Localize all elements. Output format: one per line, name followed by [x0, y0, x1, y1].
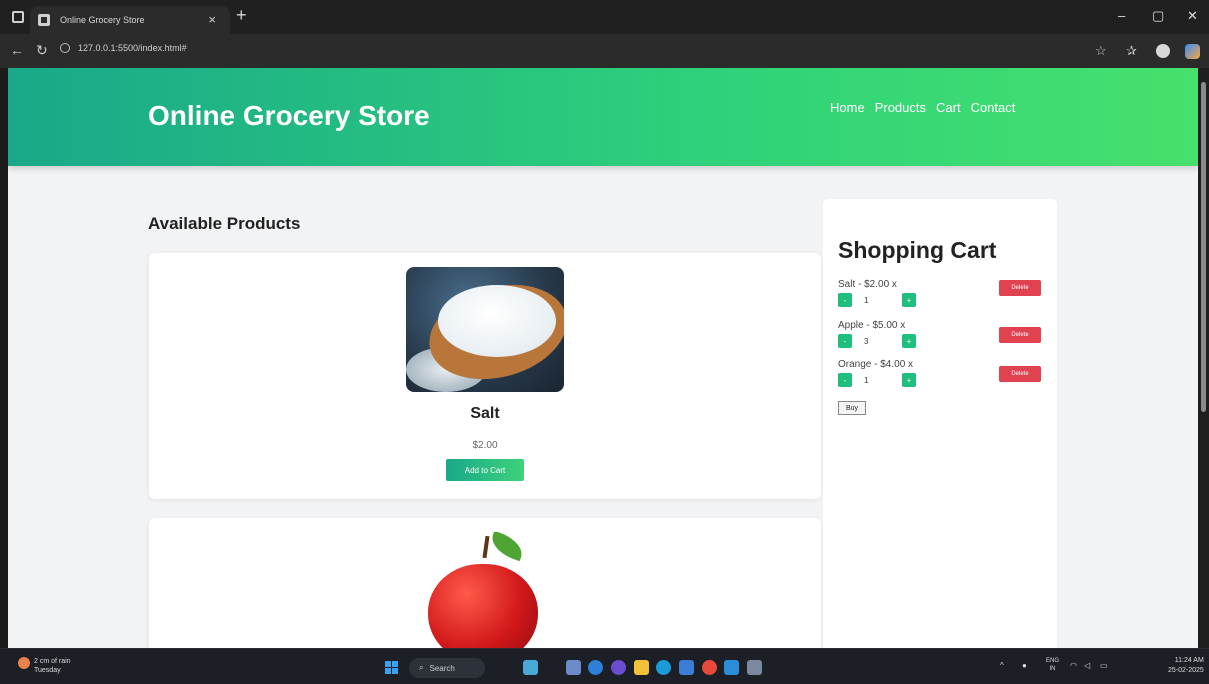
site-title: Online Grocery Store — [148, 100, 430, 131]
nav-cart[interactable]: Cart — [936, 100, 961, 115]
delete-button[interactable]: Delete — [999, 327, 1041, 343]
page-viewport: Online Grocery Store Home Products Cart … — [8, 68, 1198, 648]
close-window-icon[interactable]: ✕ — [1187, 8, 1198, 24]
apple-image — [406, 532, 564, 648]
browser-tab[interactable]: Online Grocery Store × — [30, 6, 230, 34]
increase-qty-button[interactable]: + — [902, 373, 916, 387]
profile-avatar[interactable] — [1156, 44, 1170, 58]
copilot-icon[interactable] — [1185, 44, 1200, 59]
back-icon[interactable]: ← — [10, 42, 24, 58]
qty-value: 3 — [864, 336, 869, 346]
qty-value: 1 — [864, 295, 869, 305]
cart-item: Apple - $5.00 x - 3 + Delete — [838, 320, 1048, 348]
cart-title: Shopping Cart — [838, 237, 997, 263]
wifi-icon[interactable]: ◠ — [1070, 661, 1077, 670]
salt-bowl-image — [406, 267, 564, 392]
language-indicator[interactable]: ENG IN — [1046, 657, 1059, 673]
increase-qty-button[interactable]: + — [902, 293, 916, 307]
taskbar-search[interactable]: ⌕ Search — [409, 658, 485, 678]
tray-app-icon[interactable]: ● — [1022, 661, 1027, 670]
maximize-icon[interactable]: ▢ — [1152, 8, 1164, 24]
file-explorer-icon[interactable] — [634, 660, 649, 675]
app-icon[interactable] — [611, 660, 626, 675]
volume-icon[interactable]: ◁ — [1084, 661, 1090, 670]
chrome-icon[interactable] — [702, 660, 717, 675]
minimize-icon[interactable]: – — [1118, 8, 1125, 23]
clock-time: 11:24 AM — [1174, 657, 1204, 664]
scrollbar[interactable] — [1198, 68, 1209, 648]
nav-home[interactable]: Home — [830, 100, 865, 115]
search-label: Search — [429, 663, 455, 673]
chat-icon[interactable] — [588, 660, 603, 675]
widgets-icon[interactable] — [566, 660, 581, 675]
weather-widget[interactable]: 2 cm of rain Tuesday — [18, 657, 71, 675]
scrollbar-thumb[interactable] — [1201, 82, 1206, 412]
tab-close-icon[interactable]: × — [208, 12, 216, 27]
decrease-qty-button[interactable]: - — [838, 373, 852, 387]
taskbar: 2 cm of rain Tuesday ⌕ Search ^ ● ENG IN … — [0, 648, 1209, 684]
product-card-salt: Salt $2.00 Add to Cart — [149, 253, 821, 499]
increase-qty-button[interactable]: + — [902, 334, 916, 348]
site-header: Online Grocery Store Home Products Cart … — [8, 68, 1198, 166]
browser-titlebar: Online Grocery Store × + – ▢ ✕ — [0, 0, 1209, 34]
tray-chevron-icon[interactable]: ^ — [1000, 661, 1004, 670]
nav-products[interactable]: Products — [875, 100, 926, 115]
url-field[interactable]: 127.0.0.1:5500/index.html# — [60, 43, 187, 53]
decrease-qty-button[interactable]: - — [838, 293, 852, 307]
add-to-cart-button[interactable]: Add to Cart — [446, 459, 524, 481]
new-tab-icon[interactable]: + — [236, 5, 247, 26]
tab-title: Online Grocery Store — [60, 15, 145, 25]
site-nav: Home Products Cart Contact — [830, 100, 1015, 115]
product-name: Salt — [470, 405, 500, 422]
shopping-cart-panel: Shopping Cart Salt - $2.00 x - 1 + Delet… — [823, 199, 1057, 648]
task-view-icon[interactable] — [523, 660, 538, 675]
start-icon[interactable] — [385, 661, 398, 674]
search-icon: ⌕ — [419, 663, 424, 672]
product-card-apple — [149, 518, 821, 648]
weather-day: Tuesday — [34, 667, 61, 674]
tab-actions-icon[interactable] — [12, 11, 24, 23]
site-info-icon[interactable] — [60, 43, 70, 53]
reader-icon[interactable]: ☆ — [1095, 43, 1107, 59]
tab-favicon-icon — [38, 14, 50, 26]
cart-item: Salt - $2.00 x - 1 + Delete — [838, 279, 1048, 307]
refresh-icon[interactable]: ↻ — [36, 42, 48, 59]
qty-value: 1 — [864, 375, 869, 385]
address-bar: ← ↻ 127.0.0.1:5500/index.html# ☆ ✰ — [0, 34, 1209, 68]
url-text: 127.0.0.1:5500/index.html# — [78, 43, 187, 53]
lang-region: IN — [1049, 666, 1056, 672]
delete-button[interactable]: Delete — [999, 280, 1041, 296]
vscode-icon[interactable] — [724, 660, 739, 675]
buy-button[interactable]: Buy — [838, 401, 866, 415]
battery-icon[interactable]: ▭ — [1100, 661, 1108, 670]
nav-contact[interactable]: Contact — [971, 100, 1016, 115]
cart-item: Orange - $4.00 x - 1 + Delete — [838, 359, 1048, 387]
product-price: $2.00 — [472, 440, 498, 451]
lang-code: ENG — [1046, 658, 1060, 664]
weather-icon — [18, 657, 30, 669]
favorites-icon[interactable]: ✰ — [1126, 43, 1137, 59]
delete-button[interactable]: Delete — [999, 366, 1041, 382]
edge-icon[interactable] — [656, 660, 671, 675]
decrease-qty-button[interactable]: - — [838, 334, 852, 348]
store-icon[interactable] — [679, 660, 694, 675]
products-heading: Available Products — [148, 214, 301, 233]
clock-date: 25-02-2025 — [1168, 667, 1204, 674]
app-icon-2[interactable] — [747, 660, 762, 675]
system-clock[interactable]: 11:24 AM 25-02-2025 — [1168, 656, 1204, 676]
